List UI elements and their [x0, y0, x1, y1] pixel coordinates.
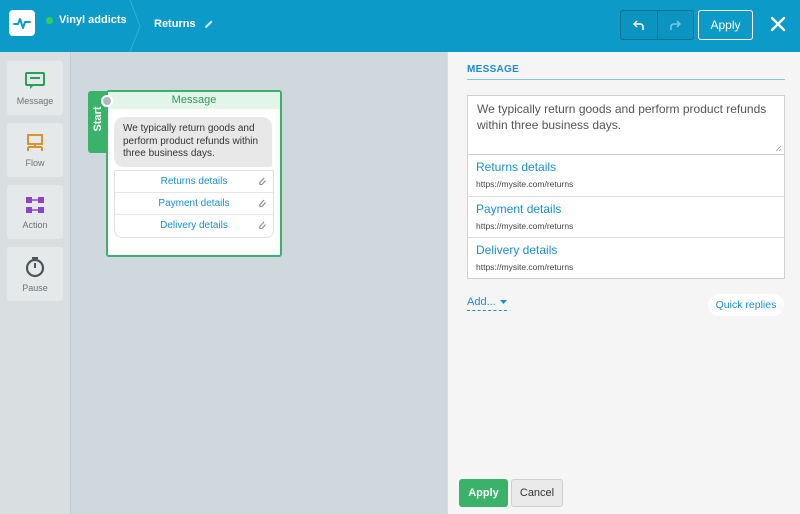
message-button-item[interactable]: Payment details https://mysite.com/retur…: [468, 196, 784, 237]
quick-replies-button[interactable]: Quick replies: [708, 294, 784, 316]
node-button-label: Delivery details: [160, 220, 228, 231]
toolbar-item-message[interactable]: Message: [7, 61, 63, 115]
message-button-list: Returns details https://mysite.com/retur…: [467, 155, 785, 279]
button-title: Delivery details: [476, 243, 558, 257]
bot-selector[interactable]: Vinyl addicts: [46, 14, 127, 26]
toolbar-item-label: Flow: [25, 157, 45, 168]
message-button-item[interactable]: Delivery details https://mysite.com/retu…: [468, 237, 784, 278]
link-attachment-icon: [259, 199, 266, 207]
add-dropdown[interactable]: Add...: [467, 296, 507, 311]
close-button[interactable]: [765, 10, 791, 38]
message-icon: [25, 71, 45, 89]
undo-icon: [632, 20, 644, 30]
link-attachment-icon: [259, 177, 266, 185]
button-title: Payment details: [476, 202, 562, 216]
node-title: Message: [108, 92, 280, 109]
top-bar: Vinyl addicts Returns Apply: [0, 0, 800, 52]
node-button[interactable]: Payment details: [115, 193, 273, 215]
edit-pencil-icon[interactable]: [204, 19, 214, 29]
panel-section-title: MESSAGE: [467, 64, 520, 75]
toolbar-item-label: Message: [16, 95, 54, 106]
node-button-label: Payment details: [158, 197, 230, 209]
story-title[interactable]: Returns: [154, 18, 214, 30]
apply-header-button[interactable]: Apply: [698, 10, 753, 40]
redo-icon: [670, 20, 682, 30]
action-icon: [26, 196, 44, 213]
add-dropdown-label: Add...: [467, 296, 496, 308]
bot-name: Vinyl addicts: [59, 14, 127, 26]
toolbar-item-label: Pause: [22, 282, 48, 293]
message-textarea[interactable]: We typically return goods and perform pr…: [467, 95, 785, 155]
flow-icon: [27, 133, 43, 151]
close-icon: [770, 16, 786, 32]
message-editor-panel: MESSAGE We typically return goods and pe…: [447, 52, 800, 514]
apply-button[interactable]: Apply: [459, 479, 508, 507]
button-url: https://mysite.com/returns: [476, 179, 574, 189]
node-button[interactable]: Returns details: [115, 171, 273, 193]
toolbar-item-pause[interactable]: Pause: [7, 247, 63, 301]
caret-down-icon: [499, 299, 507, 304]
pause-timer-icon: [25, 256, 45, 277]
toolbar-item-label: Action: [22, 219, 48, 230]
breadcrumb-chevron-icon: [129, 0, 141, 52]
link-attachment-icon: [259, 221, 266, 229]
undo-redo-group: [620, 10, 694, 40]
section-divider: [467, 79, 785, 80]
toolbar-item-flow[interactable]: Flow: [7, 123, 63, 177]
story-name-text: Returns: [154, 18, 196, 30]
toolbar-item-action[interactable]: Action: [7, 185, 63, 239]
node-connector-handle[interactable]: [101, 95, 113, 107]
app-logo-icon[interactable]: [9, 10, 35, 36]
message-button-item[interactable]: Returns details https://mysite.com/retur…: [468, 155, 784, 196]
element-toolbar: Message Flow Action Pause: [0, 52, 71, 514]
button-title: Returns details: [476, 160, 557, 174]
cancel-button[interactable]: Cancel: [511, 479, 563, 507]
button-url: https://mysite.com/returns: [476, 262, 574, 272]
redo-button[interactable]: [656, 11, 694, 39]
message-node[interactable]: Message We typically return goods and pe…: [101, 90, 282, 257]
message-text: We typically return goods and perform pr…: [477, 102, 767, 132]
resize-grip-icon[interactable]: [775, 145, 782, 152]
button-url: https://mysite.com/returns: [476, 221, 574, 231]
node-message-bubble: We typically return goods and perform pr…: [114, 117, 272, 167]
node-button-list: Returns details Payment details Delivery…: [114, 169, 274, 238]
node-button-label: Returns details: [160, 175, 228, 187]
online-status-dot: [46, 16, 53, 24]
node-button[interactable]: Delivery details: [115, 215, 273, 237]
undo-button[interactable]: [621, 11, 657, 39]
